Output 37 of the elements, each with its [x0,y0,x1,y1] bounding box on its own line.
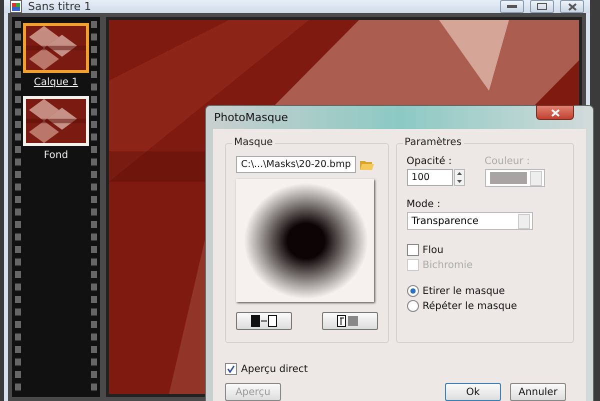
dialog-title: PhotoMasque [214,111,288,124]
maximize-icon [537,3,547,10]
dialog-button[interactable]: Ok [445,383,501,401]
mask-path-field[interactable]: C:\...\Masks\20-20.bmp [236,156,356,173]
radio-button[interactable] [406,300,419,312]
group-title: Paramètres [402,137,464,148]
layer-name: Calque 1 [34,77,78,88]
swap-icon [249,314,279,328]
close-icon [550,108,560,116]
radio-label: Répéter le masque [422,300,518,312]
checkbox-label: Flou [422,244,444,256]
checkbox-label: Aperçu direct [241,364,308,374]
minimize-icon [507,4,517,8]
minimize-button[interactable] [500,0,524,13]
opacity-field[interactable]: 100 [406,169,453,186]
document-icon [10,0,22,13]
opacity-label: Opacité : [406,156,453,167]
swap-button[interactable] [236,312,292,330]
close-button[interactable] [560,0,584,13]
transform-button[interactable] [322,312,378,330]
color-label: Couleur : [484,156,531,167]
window-title: Sans titre 1 [28,0,92,13]
checkbox-label: Bichromie [422,260,473,270]
radio-button[interactable] [406,285,419,297]
close-button[interactable] [536,105,574,120]
checkbox[interactable] [406,244,419,256]
mode-label: Mode : [406,199,442,210]
close-icon [568,2,576,10]
maximize-button[interactable] [530,0,554,13]
dialog-button[interactable]: Annuler [510,383,566,401]
checkbox[interactable] [225,363,237,375]
group-title: Masque [232,137,275,148]
layer-thumbnail[interactable] [23,23,89,73]
mode-dropdown[interactable]: Transparence [406,212,533,230]
spinner-icon[interactable] [454,169,465,186]
radio-label: Etirer le masque [422,286,505,296]
layer-name: Fond [44,150,68,161]
